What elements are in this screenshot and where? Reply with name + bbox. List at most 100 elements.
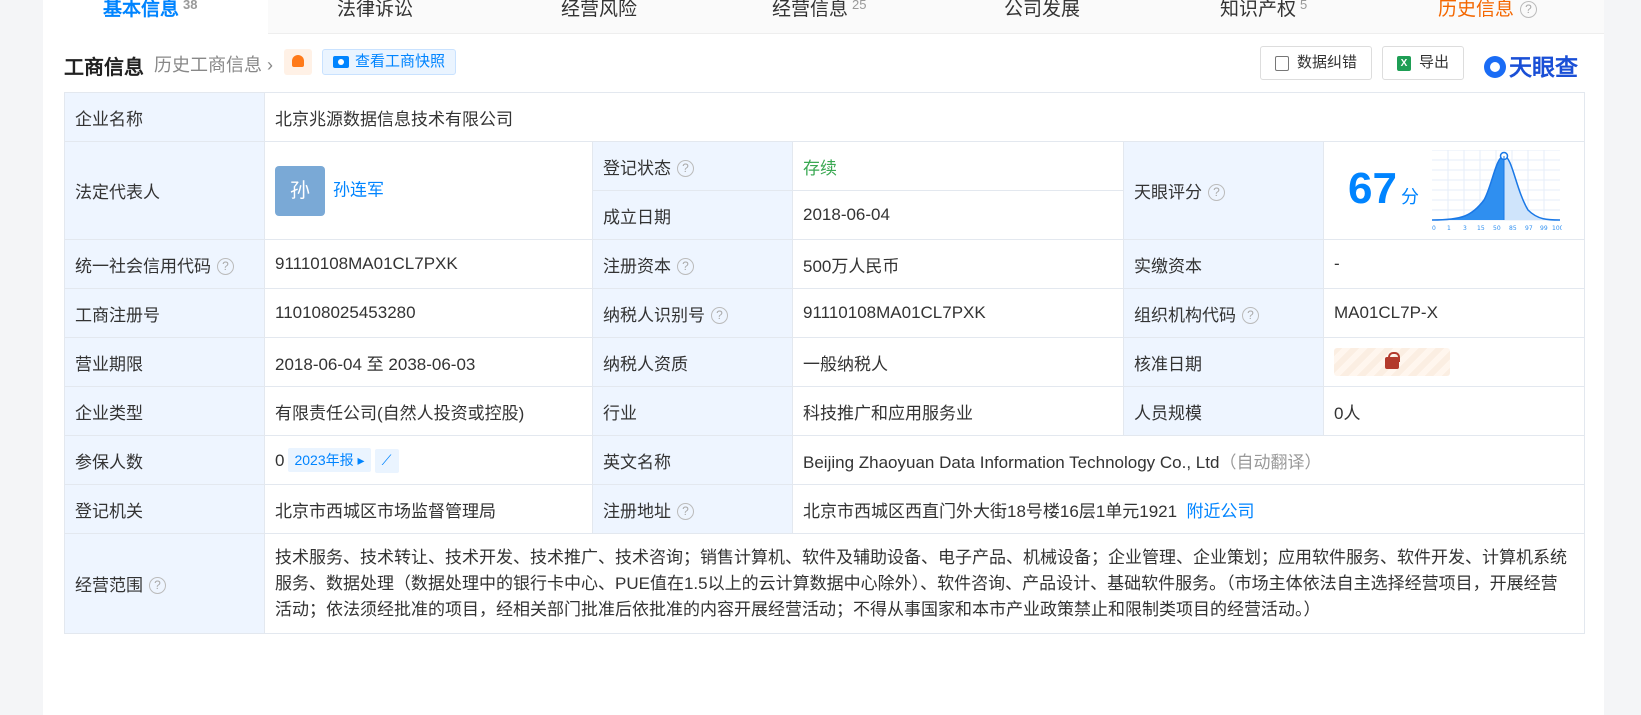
address: 北京市西城区西直门外大街18号楼16层1单元1921 (803, 501, 1178, 521)
type-label: 企业类型 (64, 386, 265, 436)
section-title: 工商信息 (64, 57, 144, 79)
insured-count: 0 (275, 450, 285, 470)
table-row: 工商注册号 110108025453280 纳税人识别号? 91110108MA… (64, 288, 1586, 338)
help-icon[interactable]: ? (677, 257, 694, 275)
paid-capital-label: 实缴资本 (1123, 239, 1324, 289)
type: 有限责任公司(自然人投资或控股) (264, 386, 593, 436)
en-name-label: 英文名称 (592, 435, 793, 485)
reg-capital: 500万人民币 (792, 239, 1124, 289)
en-name: Beijing Zhaoyuan Data Information Techno… (803, 452, 1220, 472)
tab-risk[interactable]: 经营风险 (561, 0, 637, 21)
table-row: 企业名称 北京兆源数据信息技术有限公司 (64, 92, 1586, 142)
help-icon[interactable]: ? (1242, 306, 1259, 324)
biz-reg-no-label: 工商注册号 (64, 288, 265, 338)
table-row: 营业期限 2018-06-04 至 2038-06-03 纳税人资质 一般纳税人… (64, 337, 1586, 387)
help-icon[interactable]: ? (711, 306, 728, 324)
help-icon[interactable]: ? (677, 502, 694, 520)
section-header: 工商信息 历史工商信息 › 查看工商快照 数据纠错 X 导出 天眼查 (64, 46, 1584, 82)
lock-icon[interactable] (1334, 348, 1450, 376)
company-name-label: 企业名称 (64, 92, 265, 142)
biz-reg-no: 110108025453280 (264, 288, 593, 338)
business-scope: 技术服务、技术转让、技术开发、技术推广、技术咨询；销售计算机、软件及辅助设备、电… (263, 533, 1586, 634)
score-tick: 50 (1493, 225, 1501, 232)
tax-qual-label: 纳税人资质 (592, 337, 793, 387)
tab-history[interactable]: 历史信息? (1438, 0, 1538, 21)
org-code-label: 组织机构代码? (1123, 288, 1324, 338)
score-cell[interactable]: 67 分 0 1 3 15 50 85 97 99 10 (1322, 141, 1586, 240)
legal-rep-name[interactable]: 孙连军 (333, 180, 384, 199)
industry-label: 行业 (592, 386, 793, 436)
staff: 0人 (1322, 386, 1586, 436)
help-icon: ? (1520, 1, 1538, 18)
excel-icon: X (1397, 56, 1411, 71)
reg-status-label: 登记状态? (592, 141, 793, 191)
company-name: 北京兆源数据信息技术有限公司 (263, 92, 1586, 142)
org-code: MA01CL7P-X (1322, 288, 1586, 338)
table-row: 统一社会信用代码? 91110108MA01CL7PXK 注册资本? 500万人… (64, 239, 1586, 289)
tab-development[interactable]: 公司发展 (1004, 0, 1080, 21)
chevron-right-icon: › (267, 55, 274, 75)
insured-label: 参保人数 (64, 435, 265, 485)
avatar[interactable]: 孙 (275, 165, 325, 216)
credit-code-label: 统一社会信用代码? (64, 239, 265, 289)
help-icon[interactable]: ? (1208, 184, 1225, 201)
legal-rep-label: 法定代表人 (64, 141, 265, 240)
camera-icon (333, 56, 349, 68)
annual-report-button[interactable]: 2023年报 ▸ (288, 447, 371, 472)
address-label: 注册地址? (592, 484, 793, 534)
help-icon[interactable]: ? (677, 159, 694, 177)
score-value: 67 分 (1348, 164, 1419, 213)
reg-status: 存续 (792, 141, 1124, 191)
help-icon[interactable]: ? (217, 257, 234, 275)
table-row: 参保人数 0 2023年报 ▸ ⟋ 英文名称 Beijing Zhaoyuan Da… (64, 435, 1586, 485)
table-row: 经营范围? 技术服务、技术转让、技术开发、技术推广、技术咨询；销售计算机、软件及… (64, 533, 1586, 634)
tab-basic-info[interactable]: 基本信息 38 (103, 0, 197, 21)
nearby-companies-link[interactable]: 附近公司 (1187, 502, 1255, 521)
trend-chart-icon[interactable]: ⟋ (374, 448, 399, 473)
score-tick: 15 (1477, 225, 1485, 232)
approve-date-cell (1322, 337, 1586, 387)
tax-qual: 一般纳税人 (792, 337, 1124, 387)
approve-date-label: 核准日期 (1123, 337, 1324, 387)
auto-translate-note: （自动翻译） (1219, 452, 1322, 472)
score-tick: 85 (1509, 225, 1517, 232)
tab-legal[interactable]: 法律诉讼 (337, 0, 413, 21)
authority-label: 登记机关 (64, 484, 265, 534)
score-label: 天眼评分? (1123, 141, 1324, 240)
caret-right-icon: ▸ (357, 451, 365, 468)
scope-label: 经营范围? (64, 533, 265, 634)
snapshot-button[interactable]: 查看工商快照 (322, 49, 457, 75)
reg-capital-label: 注册资本? (592, 239, 793, 289)
paid-capital: - (1322, 239, 1586, 289)
term: 2018-06-04 至 2038-06-03 (264, 337, 593, 387)
score-distribution-chart: 0 1 3 15 50 85 97 99 100 (1432, 150, 1562, 232)
tianyancha-logo: 天眼查 (1484, 48, 1578, 82)
score-tick: 0 (1432, 225, 1436, 232)
found-date: 2018-06-04 (792, 190, 1124, 240)
taxpayer-id-label: 纳税人识别号? (592, 288, 793, 338)
table-row: 法定代表人 孙孙连军 登记状态? 存续 天眼评分? 67 分 0 1 3 15 … (64, 141, 1586, 240)
tab-ip[interactable]: 知识产权 5 (1220, 0, 1307, 21)
business-info-table: 企业名称 北京兆源数据信息技术有限公司 法定代表人 孙孙连军 登记状态? 存续 … (64, 92, 1586, 634)
document-icon (1275, 56, 1289, 71)
score-tick: 100 (1552, 225, 1562, 232)
found-date-label: 成立日期 (592, 190, 793, 240)
staff-label: 人员规模 (1123, 386, 1324, 436)
authority: 北京市西城区市场监督管理局 (264, 484, 593, 534)
export-button[interactable]: X 导出 (1382, 46, 1465, 80)
tab-operation[interactable]: 经营信息 25 (772, 0, 866, 21)
eye-logo-icon (1484, 56, 1506, 78)
data-correct-button[interactable]: 数据纠错 (1260, 46, 1373, 80)
legal-rep-cell: 孙孙连军 (264, 141, 593, 240)
bell-icon[interactable] (284, 49, 312, 75)
en-name-cell: Beijing Zhaoyuan Data Information Techno… (791, 435, 1586, 485)
history-link[interactable]: 历史工商信息 › (154, 51, 273, 77)
help-icon[interactable]: ? (149, 577, 166, 594)
score-tick: 3 (1463, 225, 1467, 232)
score-tick: 97 (1525, 225, 1533, 232)
address-cell: 北京市西城区西直门外大街18号楼16层1单元1921 附近公司 (791, 484, 1586, 534)
insured-cell: 0 2023年报 ▸ ⟋ (264, 435, 593, 485)
score-tick: 1 (1447, 225, 1451, 232)
table-row: 登记机关 北京市西城区市场监督管理局 注册地址? 北京市西城区西直门外大街18号… (64, 484, 1586, 534)
score-tick: 99 (1540, 225, 1548, 232)
